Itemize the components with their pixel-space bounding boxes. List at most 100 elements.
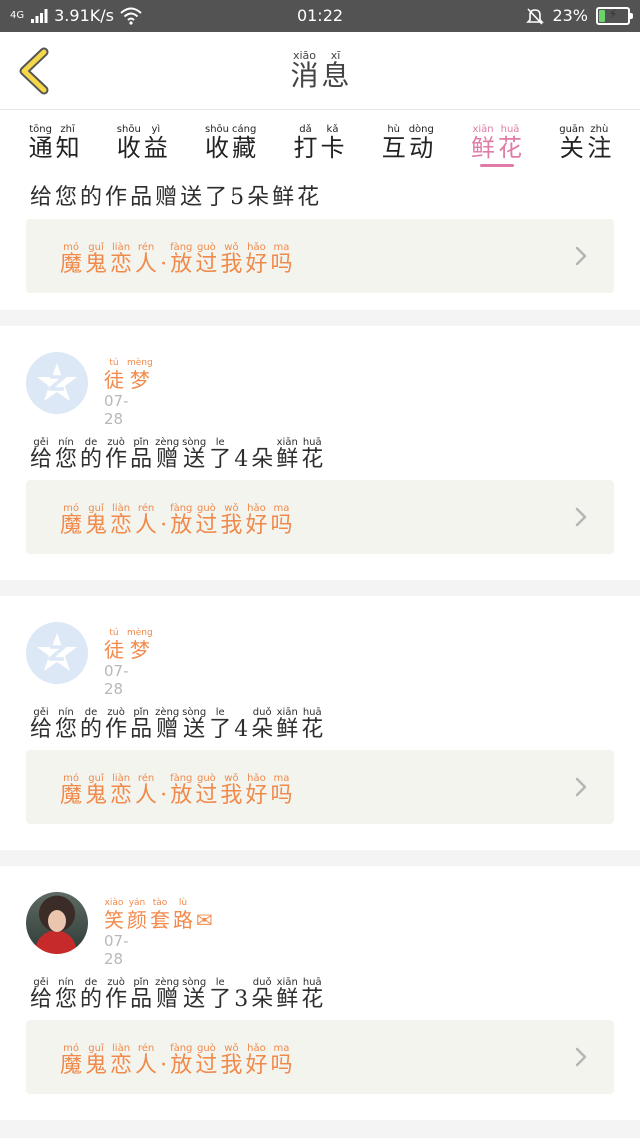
hanzi: 互 xyxy=(381,134,406,162)
ruby-char: huā 花 xyxy=(498,124,522,161)
ruby-char: sòng 送 xyxy=(182,977,206,1012)
hanzi: · xyxy=(160,252,168,277)
hanzi: 恋 xyxy=(110,1053,133,1078)
ruby-char: wǒ 我 xyxy=(220,1043,242,1078)
tab-4[interactable]: hù 互 dòng 动 xyxy=(382,111,434,167)
sender-nickname[interactable]: tú 徒 mèng 梦 xyxy=(104,620,153,661)
hanzi: 消 xyxy=(290,59,319,92)
hanzi: 过 xyxy=(195,513,218,538)
ruby-char: fàng 放 xyxy=(170,242,192,277)
hanzi: · xyxy=(160,513,168,538)
nickname-text: xiào 笑 yán 颜 tào 套 lù 路 ✉ xyxy=(104,898,213,931)
message-ruby: 给您的作品赠送了5朵鲜花 xyxy=(30,175,319,210)
message-date: 07-28 xyxy=(104,932,129,968)
hanzi: 益 xyxy=(143,134,168,162)
ruby-char: hù 互 xyxy=(382,124,406,161)
tab-2[interactable]: shōu 收 cáng 藏 xyxy=(205,111,256,167)
hanzi: 过 xyxy=(195,783,218,808)
hanzi: 人 xyxy=(135,252,158,277)
work-title-ruby: mó 魔 guǐ 鬼 liàn 恋 rén 人 · fàng 放 guò 过 wǒ 我 hǎo 好 ma 吗 xyxy=(60,1043,292,1078)
ruby-char: liàn 恋 xyxy=(110,773,132,808)
ruby-char: xī 息 xyxy=(322,50,350,91)
work-link-card[interactable]: mó 魔 guǐ 鬼 liàn 恋 rén 人 · fàng 放 guò 过 wǒ 我 hǎo 好 ma 吗 xyxy=(26,480,614,554)
work-link-card[interactable]: mó 魔 guǐ 鬼 liàn 恋 rén 人 · fàng 放 guò 过 wǒ 我 hǎo 好 ma 吗 xyxy=(26,1020,614,1094)
tab-label: tōng 通 zhī 知 xyxy=(29,124,80,161)
ruby-char: 4 xyxy=(234,707,248,742)
hanzi: ✉ xyxy=(196,908,213,932)
hanzi: 套 xyxy=(150,908,170,932)
hanzi: 路 xyxy=(173,908,193,932)
ruby-char: shōu 收 xyxy=(117,124,141,161)
ruby-char: ✉ xyxy=(196,898,213,931)
ruby-char: pǐn 品 xyxy=(130,707,152,742)
hanzi: 好 xyxy=(245,513,268,538)
tab-3[interactable]: dǎ 打 kǎ 卡 xyxy=(294,111,345,167)
battery-percent: 23% xyxy=(552,6,588,25)
hanzi: 您 xyxy=(55,987,78,1012)
ruby-char: rén 人 xyxy=(135,1043,157,1078)
ruby-char: xiān 鲜 xyxy=(276,977,298,1012)
ruby-char: lù 路 xyxy=(173,898,193,931)
ruby-char: 品 xyxy=(130,175,152,210)
hanzi: 您 xyxy=(55,185,78,210)
ruby-char: 送 xyxy=(180,175,202,210)
hanzi: 卡 xyxy=(320,134,345,162)
ruby-char: zuò 作 xyxy=(105,707,127,742)
work-link-card[interactable]: mó 魔 guǐ 鬼 liàn 恋 rén 人 · fàng 放 guò 过 wǒ 我 hǎo 好 ma 吗 xyxy=(26,750,614,824)
hanzi: 注 xyxy=(587,134,612,162)
nickname-text: tú 徒 mèng 梦 xyxy=(104,358,153,391)
message-date: 07-28 xyxy=(104,392,129,428)
ruby-char: nín 您 xyxy=(55,977,77,1012)
ruby-char: rén 人 xyxy=(135,503,157,538)
ruby-char: xiāo 消 xyxy=(290,50,318,91)
ruby-char: zhù 注 xyxy=(587,124,611,161)
ruby-char: le 了 xyxy=(209,707,231,742)
tab-5[interactable]: xiān 鲜 huā 花 xyxy=(471,111,522,167)
ruby-char: 花 xyxy=(297,175,319,210)
hanzi: 的 xyxy=(80,185,103,210)
hanzi: 花 xyxy=(498,134,523,162)
hanzi: 作 xyxy=(105,717,128,742)
ruby-char: gěi 给 xyxy=(30,977,52,1012)
message-ruby: gěi 给 nín 您 de 的 zuò 作 pǐn 品 zèng 赠 sòng 送 le 了 4 duǒ 朵 xiā… xyxy=(30,707,323,742)
ruby-char: 3 xyxy=(234,977,248,1012)
hanzi: 好 xyxy=(245,252,268,277)
message-ruby: gěi 给 nín 您 de 的 zuò 作 pǐn 品 zèng 赠 sòng 送 le 了 4 朵 xiān 鲜 h… xyxy=(30,437,323,472)
ruby-char: mó 魔 xyxy=(60,773,82,808)
ruby-char: duǒ 朵 xyxy=(251,707,273,742)
hanzi: 我 xyxy=(220,783,243,808)
message-text: gěi 给 nín 您 de 的 zuò 作 pǐn 品 zèng 赠 sòng 送 le 了 4 朵 xiān 鲜 h… xyxy=(30,430,323,472)
ruby-char: ma 吗 xyxy=(270,773,292,808)
hanzi: 赠 xyxy=(155,185,178,210)
hanzi: 通 xyxy=(28,134,53,162)
hanzi: 吗 xyxy=(270,513,293,538)
hanzi: 5 xyxy=(230,185,245,210)
sender-nickname[interactable]: tú 徒 mèng 梦 xyxy=(104,350,153,391)
tab-0[interactable]: tōng 通 zhī 知 xyxy=(29,111,80,167)
hanzi: 动 xyxy=(409,134,434,162)
ruby-char: yán 颜 xyxy=(127,898,147,931)
hanzi: 恋 xyxy=(110,252,133,277)
ruby-char: guān 关 xyxy=(559,124,584,161)
tab-6[interactable]: guān 关 zhù 注 xyxy=(559,111,611,167)
work-title-ruby: mó 魔 guǐ 鬼 liàn 恋 rén 人 · fàng 放 guò 过 wǒ 我 hǎo 好 ma 吗 xyxy=(60,242,292,277)
avatar[interactable] xyxy=(26,622,88,684)
tab-1[interactable]: shōu 收 yì 益 xyxy=(117,111,168,167)
work-title: mó 魔 guǐ 鬼 liàn 恋 rén 人 · fàng 放 guò 过 wǒ 我 hǎo 好 ma 吗 xyxy=(60,1036,292,1078)
charging-bolt-icon: ⚡ xyxy=(608,6,618,21)
tab-label: dǎ 打 kǎ 卡 xyxy=(294,124,345,161)
flower-message-card: 给您的作品赠送了 5 朵鲜花 mó 魔 guǐ 鬼 liàn 恋 rén 人 · fàng 放 guò 过 wǒ… xyxy=(0,167,640,310)
ruby-char: mèng 梦 xyxy=(127,358,153,391)
user-photo-avatar[interactable] xyxy=(26,892,88,954)
hanzi: 息 xyxy=(321,59,350,92)
sender-nickname[interactable]: xiào 笑 yán 颜 tào 套 lù 路 ✉ xyxy=(104,890,213,931)
ruby-char: 的 xyxy=(80,175,102,210)
ruby-char: de 的 xyxy=(80,707,102,742)
avatar[interactable] xyxy=(26,352,88,414)
message-text: gěi 给 nín 您 de 的 zuò 作 pǐn 品 zèng 赠 sòng 送 le 了 4 duǒ 朵 xiā… xyxy=(30,700,323,742)
hanzi: 作 xyxy=(105,987,128,1012)
work-link-card[interactable]: mó 魔 guǐ 鬼 liàn 恋 rén 人 · fàng 放 guò 过 wǒ 我 hǎo 好 ma 吗 xyxy=(26,219,614,293)
ruby-char: sòng 送 xyxy=(182,707,206,742)
hanzi: 鬼 xyxy=(85,513,108,538)
hanzi: 人 xyxy=(135,1053,158,1078)
